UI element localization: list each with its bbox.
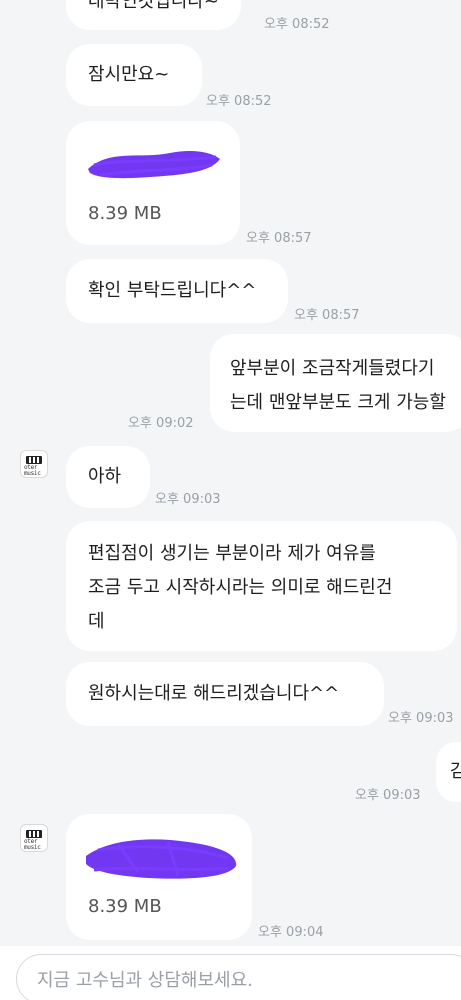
file-size: 8.39 MB bbox=[88, 896, 162, 917]
piano-keys-icon bbox=[26, 830, 42, 838]
message-bubble: 아하 bbox=[66, 446, 150, 508]
message-text: 원하시는대로 해드리겠습니다^^ bbox=[88, 683, 340, 704]
message-bubble: 잠시만요~ bbox=[66, 44, 202, 106]
message-bubble-outgoing: 앞부분이 조금작게들렸다기 는데 맨앞부분도 크게 가능할 bbox=[210, 334, 461, 432]
file-size: 8.39 MB bbox=[88, 203, 162, 224]
message-time: 오후 09:03 bbox=[155, 492, 221, 507]
message-text-line: 앞부분이 조금작게들렸다기 bbox=[230, 358, 435, 379]
redaction-scribble bbox=[86, 839, 237, 879]
message-text-line: 조금 두고 시작하시라는 의미로 해드린건 bbox=[88, 577, 393, 598]
message-text: 잠시만요~ bbox=[88, 64, 170, 85]
message-text-line: 데 bbox=[88, 611, 105, 632]
message-time: 오후 09:04 bbox=[258, 925, 324, 940]
message-text: 감 bbox=[450, 761, 461, 782]
avatar-label: music bbox=[24, 844, 41, 851]
message-bubble: 편집점이 생기는 부분이라 제가 여유를 조금 두고 시작하시라는 의미로 해드… bbox=[66, 521, 457, 651]
message-time: 오후 08:57 bbox=[294, 308, 360, 323]
message-text: 아하 bbox=[88, 466, 122, 487]
message-time: 오후 08:52 bbox=[206, 94, 272, 109]
message-text: 대박인것입니다~ bbox=[88, 0, 220, 12]
message-input[interactable]: 지금 고수님과 상담해보세요. bbox=[16, 954, 461, 1000]
piano-keys-icon bbox=[26, 456, 42, 464]
file-attachment-bubble[interactable]: 8.39 MB bbox=[66, 814, 252, 940]
redaction-scribble bbox=[88, 151, 220, 179]
message-time: 오후 08:52 bbox=[264, 17, 330, 32]
message-bubble: 확인 부탁드립니다^^ bbox=[66, 259, 288, 323]
message-text-line: 편집점이 생기는 부분이라 제가 여유를 bbox=[88, 543, 376, 564]
message-time: 오후 08:57 bbox=[246, 231, 312, 246]
message-text: 확인 부탁드립니다^^ bbox=[88, 280, 257, 301]
composer-bar: 지금 고수님과 상담해보세요. bbox=[0, 946, 461, 1000]
message-time: 오후 09:02 bbox=[128, 416, 194, 431]
message-bubble-outgoing: 감 bbox=[436, 742, 461, 802]
message-bubble: 원하시는대로 해드리겠습니다^^ bbox=[66, 662, 384, 726]
message-bubble: 대박인것입니다~ bbox=[66, 0, 242, 30]
file-attachment-bubble[interactable]: 8.39 MB bbox=[66, 121, 240, 245]
avatar[interactable]: oter music bbox=[20, 824, 48, 852]
avatar-label: music bbox=[24, 470, 41, 477]
message-time: 오후 09:03 bbox=[355, 788, 421, 803]
message-time: 오후 09:03 bbox=[388, 711, 454, 726]
avatar[interactable]: oter music bbox=[20, 450, 48, 478]
message-text-line: 는데 맨앞부분도 크게 가능할 bbox=[230, 392, 446, 413]
message-input-placeholder: 지금 고수님과 상담해보세요. bbox=[37, 970, 253, 991]
